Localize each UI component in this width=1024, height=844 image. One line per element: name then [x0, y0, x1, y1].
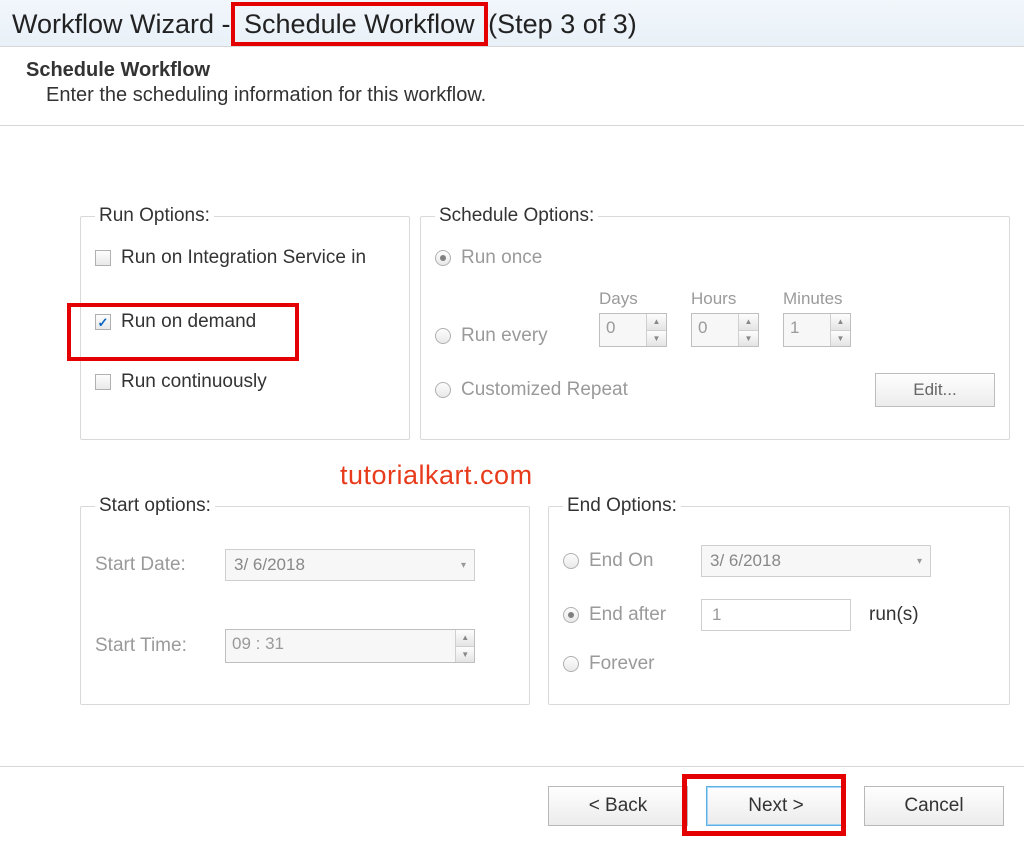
start-time-field[interactable]: 09 : 31 ▲▼ [225, 629, 475, 663]
label-run-continuously: Run continuously [121, 371, 267, 393]
label-days: Days [599, 289, 667, 309]
wizard-footer: < Back Next > Cancel [0, 766, 1024, 844]
value-start-time: 09 : 31 [226, 630, 455, 662]
next-button[interactable]: Next > [706, 786, 846, 826]
start-options-group: Start options: Start Date: 3/ 6/2018 ▾ S… [80, 495, 530, 705]
radio-end-on[interactable] [563, 553, 579, 569]
end-after-field[interactable]: 1 [701, 599, 851, 631]
label-hours: Hours [691, 289, 759, 309]
radio-run-every[interactable] [435, 328, 451, 344]
label-start-date: Start Date: [95, 554, 205, 576]
dropdown-icon[interactable]: ▾ [461, 560, 466, 571]
spinner-up-icon[interactable]: ▲ [831, 314, 850, 331]
label-run-integration: Run on Integration Service in [121, 247, 366, 269]
radio-end-after[interactable] [563, 607, 579, 623]
value-hours: 0 [692, 314, 738, 346]
spinner-down-icon[interactable]: ▼ [831, 331, 850, 347]
spinner-down-icon[interactable]: ▼ [456, 647, 474, 663]
spinner-days[interactable]: 0 ▲▼ [599, 313, 667, 347]
title-prefix: Workflow Wizard - [12, 9, 231, 40]
highlight-run-on-demand [67, 303, 299, 361]
value-start-date: 3/ 6/2018 [234, 555, 305, 575]
label-end-after: End after [589, 604, 666, 626]
checkbox-run-integration[interactable] [95, 250, 111, 266]
back-button[interactable]: < Back [548, 786, 688, 826]
radio-run-once[interactable] [435, 250, 451, 266]
start-options-legend: Start options: [95, 495, 215, 517]
spinner-minutes[interactable]: 1 ▲▼ [783, 313, 851, 347]
wizard-header: Schedule Workflow Enter the scheduling i… [0, 46, 1024, 126]
checkbox-run-continuously[interactable] [95, 374, 111, 390]
spinner-hours[interactable]: 0 ▲▼ [691, 313, 759, 347]
spinner-up-icon[interactable]: ▲ [456, 630, 474, 647]
label-run-once: Run once [461, 247, 542, 269]
radio-customized-repeat[interactable] [435, 382, 451, 398]
value-days: 0 [600, 314, 646, 346]
label-runs: run(s) [869, 604, 919, 626]
wizard-step-title: Schedule Workflow [26, 59, 1012, 82]
spinner-up-icon[interactable]: ▲ [739, 314, 758, 331]
radio-forever[interactable] [563, 656, 579, 672]
spinner-up-icon[interactable]: ▲ [647, 314, 666, 331]
end-options-legend: End Options: [563, 495, 681, 517]
dropdown-icon[interactable]: ▾ [917, 556, 922, 567]
edit-button[interactable]: Edit... [875, 373, 995, 407]
value-minutes: 1 [784, 314, 830, 346]
start-date-field[interactable]: 3/ 6/2018 ▾ [225, 549, 475, 581]
label-start-time: Start Time: [95, 635, 205, 657]
spinner-down-icon[interactable]: ▼ [739, 331, 758, 347]
end-options-group: End Options: End On 3/ 6/2018 ▾ End afte… [548, 495, 1010, 705]
schedule-options-group: Schedule Options: Run once Run every Day… [420, 205, 1010, 440]
wizard-step-desc: Enter the scheduling information for thi… [26, 84, 1012, 107]
title-suffix: (Step 3 of 3) [488, 9, 637, 40]
value-end-on-date: 3/ 6/2018 [710, 551, 781, 571]
value-end-after: 1 [712, 605, 721, 625]
title-highlight: Schedule Workflow [231, 2, 489, 46]
label-end-on: End On [589, 550, 653, 572]
cancel-button[interactable]: Cancel [864, 786, 1004, 826]
window-title: Workflow Wizard - Schedule Workflow (Ste… [0, 0, 1024, 46]
label-run-every: Run every [461, 325, 548, 347]
run-options-legend: Run Options: [95, 205, 214, 227]
label-forever: Forever [589, 653, 654, 675]
run-options-group: Run Options: Run on Integration Service … [80, 205, 410, 440]
spinner-down-icon[interactable]: ▼ [647, 331, 666, 347]
label-customized-repeat: Customized Repeat [461, 379, 628, 401]
schedule-options-legend: Schedule Options: [435, 205, 598, 227]
label-minutes: Minutes [783, 289, 851, 309]
watermark-text: tutorialkart.com [340, 460, 533, 491]
end-on-date-field[interactable]: 3/ 6/2018 ▾ [701, 545, 931, 577]
